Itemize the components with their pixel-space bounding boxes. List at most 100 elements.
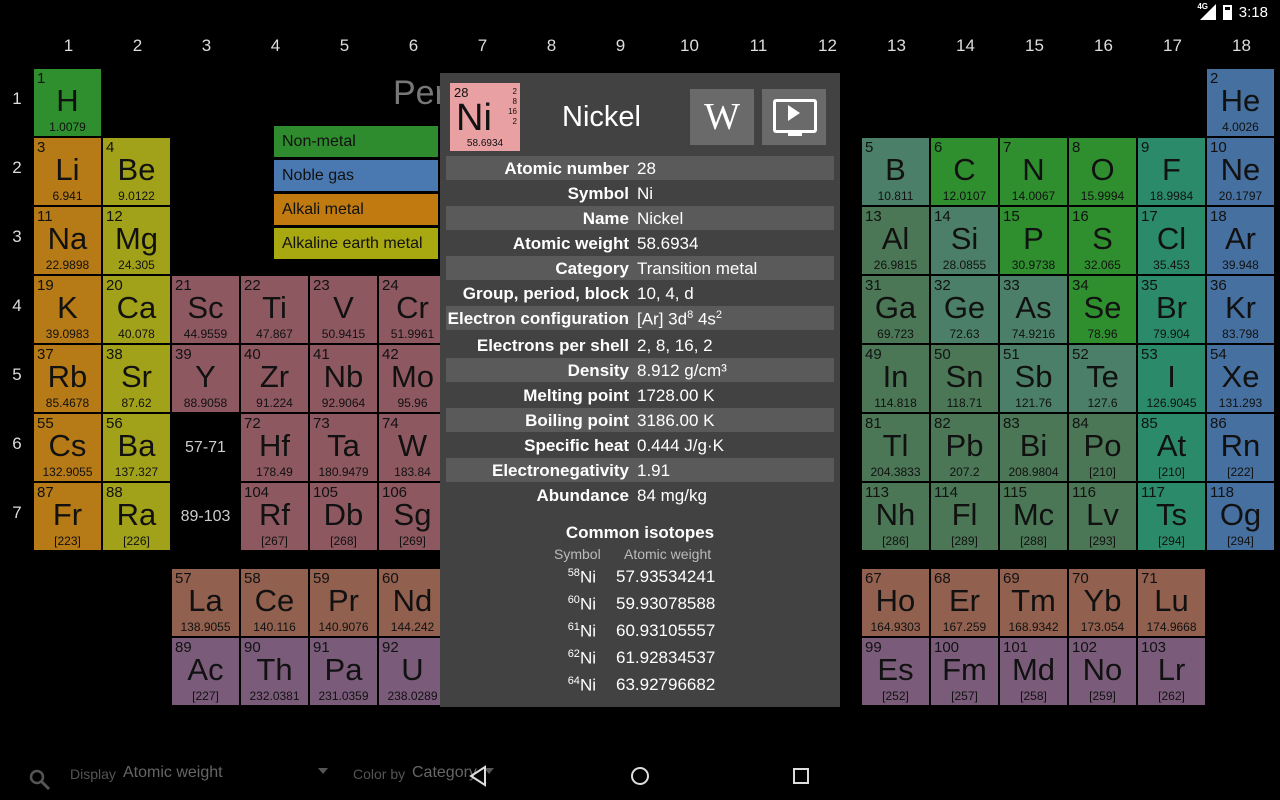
element-tile-br[interactable]: 35 Br 79.904	[1138, 276, 1205, 343]
element-tile-h[interactable]: 1 H 1.0079	[34, 69, 101, 136]
element-tile-fl[interactable]: 114 Fl [289]	[931, 483, 998, 550]
element-tile-o[interactable]: 8 O 15.9994	[1069, 138, 1136, 205]
back-icon[interactable]	[454, 752, 504, 800]
element-tile-si[interactable]: 14 Si 28.0855	[931, 207, 998, 274]
element-tile-na[interactable]: 11 Na 22.9898	[34, 207, 101, 274]
element-tile-ho[interactable]: 67 Ho 164.9303	[862, 569, 929, 636]
element-tile-he[interactable]: 2 He 4.0026	[1207, 69, 1274, 136]
element-tile-sr[interactable]: 38 Sr 87.62	[103, 345, 170, 412]
element-tile-no[interactable]: 102 No [259]	[1069, 638, 1136, 705]
element-tile-f[interactable]: 9 F 18.9984	[1138, 138, 1205, 205]
element-tile-pa[interactable]: 91 Pa 231.0359	[310, 638, 377, 705]
home-icon[interactable]	[615, 752, 665, 800]
element-symbol: Bi	[1019, 428, 1048, 463]
element-weight: [223]	[54, 534, 81, 548]
element-tile-tl[interactable]: 81 Tl 204.3833	[862, 414, 929, 481]
element-tile-lr[interactable]: 103 Lr [262]	[1138, 638, 1205, 705]
element-tile-y[interactable]: 39 Y 88.9058	[172, 345, 239, 412]
wikipedia-button[interactable]: W	[690, 89, 754, 145]
element-tile-mc[interactable]: 115 Mc [288]	[1000, 483, 1067, 550]
element-tile-cr[interactable]: 24 Cr 51.9961	[379, 276, 446, 343]
background-title-left: Per	[393, 74, 446, 112]
element-tile-db[interactable]: 105 Db [268]	[310, 483, 377, 550]
group-header-1: 1	[63, 36, 74, 55]
element-tile-in[interactable]: 49 In 114.818	[862, 345, 929, 412]
element-tile-s[interactable]: 16 S 32.065	[1069, 207, 1136, 274]
element-tile-n[interactable]: 7 N 14.0067	[1000, 138, 1067, 205]
element-tile-cl[interactable]: 17 Cl 35.453	[1138, 207, 1205, 274]
element-tile-ba[interactable]: 56 Ba 137.327	[103, 414, 170, 481]
element-tile-ga[interactable]: 31 Ga 69.723	[862, 276, 929, 343]
element-tile-og[interactable]: 118 Og [294]	[1207, 483, 1274, 550]
element-tile-ts[interactable]: 117 Ts [294]	[1138, 483, 1205, 550]
element-tile-po[interactable]: 84 Po [210]	[1069, 414, 1136, 481]
search-icon[interactable]	[28, 768, 52, 792]
element-tile-se[interactable]: 34 Se 78.96	[1069, 276, 1136, 343]
recents-icon[interactable]	[776, 752, 826, 800]
element-weight: 207.2	[949, 465, 980, 479]
element-tile-i[interactable]: 53 I 126.9045	[1138, 345, 1205, 412]
badge-shells: 2 8 16 2	[508, 87, 517, 127]
element-tile-lu[interactable]: 71 Lu 174.9668	[1138, 569, 1205, 636]
element-tile-rb[interactable]: 37 Rb 85.4678	[34, 345, 101, 412]
element-tile-lv[interactable]: 116 Lv [293]	[1069, 483, 1136, 550]
element-tile-b[interactable]: 5 B 10.811	[862, 138, 929, 205]
element-tile-p[interactable]: 15 P 30.9738	[1000, 207, 1067, 274]
element-tile-w[interactable]: 74 W 183.84	[379, 414, 446, 481]
element-tile-sg[interactable]: 106 Sg [269]	[379, 483, 446, 550]
element-tile-as[interactable]: 33 As 74.9216	[1000, 276, 1067, 343]
element-tile-te[interactable]: 52 Te 127.6	[1069, 345, 1136, 412]
element-tile-at[interactable]: 85 At [210]	[1138, 414, 1205, 481]
element-tile-pr[interactable]: 59 Pr 140.9076	[310, 569, 377, 636]
element-tile-ta[interactable]: 73 Ta 180.9479	[310, 414, 377, 481]
element-tile-md[interactable]: 101 Md [258]	[1000, 638, 1067, 705]
element-tile-zr[interactable]: 40 Zr 91.224	[241, 345, 308, 412]
element-tile-ti[interactable]: 22 Ti 47.867	[241, 276, 308, 343]
element-tile-tm[interactable]: 69 Tm 168.9342	[1000, 569, 1067, 636]
element-tile-rf[interactable]: 104 Rf [267]	[241, 483, 308, 550]
element-tile-al[interactable]: 13 Al 26.9815	[862, 207, 929, 274]
video-button[interactable]	[762, 89, 826, 145]
element-tile-ac[interactable]: 89 Ac [227]	[172, 638, 239, 705]
element-tile-ge[interactable]: 32 Ge 72.63	[931, 276, 998, 343]
element-tile-mo[interactable]: 42 Mo 95.96	[379, 345, 446, 412]
element-tile-mg[interactable]: 12 Mg 24.305	[103, 207, 170, 274]
element-tile-ce[interactable]: 58 Ce 140.116	[241, 569, 308, 636]
element-tile-xe[interactable]: 54 Xe 131.293	[1207, 345, 1274, 412]
element-tile-ar[interactable]: 18 Ar 39.948	[1207, 207, 1274, 274]
element-tile-nh[interactable]: 113 Nh [286]	[862, 483, 929, 550]
element-tile-kr[interactable]: 36 Kr 83.798	[1207, 276, 1274, 343]
element-tile-v[interactable]: 23 V 50.9415	[310, 276, 377, 343]
element-tile-ne[interactable]: 10 Ne 20.1797	[1207, 138, 1274, 205]
element-symbol: Er	[949, 583, 980, 618]
element-tile-nb[interactable]: 41 Nb 92.9064	[310, 345, 377, 412]
element-tile-bi[interactable]: 83 Bi 208.9804	[1000, 414, 1067, 481]
element-tile-fr[interactable]: 87 Fr [223]	[34, 483, 101, 550]
element-weight: [294]	[1158, 534, 1185, 548]
element-tile-es[interactable]: 99 Es [252]	[862, 638, 929, 705]
element-tile-c[interactable]: 6 C 12.0107	[931, 138, 998, 205]
element-tile-u[interactable]: 92 U 238.0289	[379, 638, 446, 705]
range-label-89-103[interactable]: 89-103	[172, 483, 239, 550]
element-tile-be[interactable]: 4 Be 9.0122	[103, 138, 170, 205]
element-tile-ra[interactable]: 88 Ra [226]	[103, 483, 170, 550]
element-tile-sc[interactable]: 21 Sc 44.9559	[172, 276, 239, 343]
range-label-57-71[interactable]: 57-71	[172, 414, 239, 481]
element-tile-er[interactable]: 68 Er 167.259	[931, 569, 998, 636]
element-tile-ca[interactable]: 20 Ca 40.078	[103, 276, 170, 343]
element-tile-pb[interactable]: 82 Pb 207.2	[931, 414, 998, 481]
element-tile-rn[interactable]: 86 Rn [222]	[1207, 414, 1274, 481]
element-tile-cs[interactable]: 55 Cs 132.9055	[34, 414, 101, 481]
display-dropdown-icon[interactable]	[318, 768, 328, 774]
element-tile-hf[interactable]: 72 Hf 178.49	[241, 414, 308, 481]
element-tile-nd[interactable]: 60 Nd 144.242	[379, 569, 446, 636]
display-select[interactable]: Atomic weight	[123, 764, 223, 782]
element-tile-yb[interactable]: 70 Yb 173.054	[1069, 569, 1136, 636]
element-tile-sn[interactable]: 50 Sn 118.71	[931, 345, 998, 412]
element-tile-sb[interactable]: 51 Sb 121.76	[1000, 345, 1067, 412]
element-tile-th[interactable]: 90 Th 232.0381	[241, 638, 308, 705]
element-tile-li[interactable]: 3 Li 6.941	[34, 138, 101, 205]
element-tile-k[interactable]: 19 K 39.0983	[34, 276, 101, 343]
element-tile-la[interactable]: 57 La 138.9055	[172, 569, 239, 636]
element-tile-fm[interactable]: 100 Fm [257]	[931, 638, 998, 705]
